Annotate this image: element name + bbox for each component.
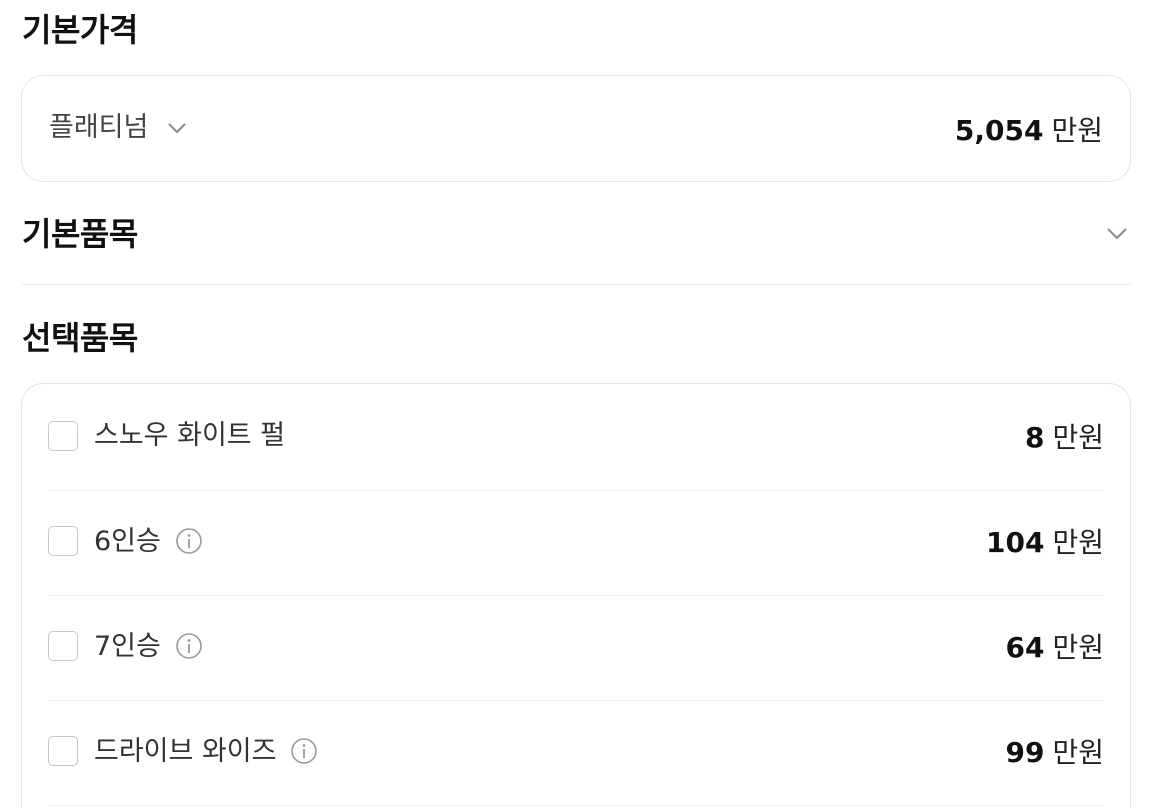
option-price-unit: 만원 [1052,631,1104,664]
option-checkbox[interactable] [48,736,78,766]
option-price-unit: 만원 [1052,736,1104,769]
price-configurator: 기본가격 플래티넘 5,054 만원 기본품목 선택품목 스노우 화이트 펄 8… [0,0,1159,808]
option-name: 스노우 화이트 펄 [94,420,286,451]
options-title: 선택품목 [22,319,138,357]
option-price-value: 64 [1005,631,1045,664]
option-checkbox[interactable] [48,631,78,661]
option-name: 드라이브 와이즈 [94,735,277,767]
option-row: 7인승 64 만원 [48,595,1104,701]
option-label: 6인승 [94,527,203,555]
chevron-down-icon [1107,228,1127,240]
option-label: 드라이브 와이즈 [94,737,318,765]
trim-name: 플래티넘 [49,112,149,143]
base-price-title: 기본가격 [22,11,138,49]
trim-row: 플래티넘 5,054 만원 [22,76,1130,182]
option-row: 스노우 화이트 펄 8 만원 [48,385,1104,491]
trim-price: 5,054 만원 [955,117,1103,145]
option-price: 8 만원 [1025,424,1104,452]
option-row: 6인승 104 만원 [48,490,1104,596]
options-card: 스노우 화이트 펄 8 만원 6인승 104 만원 7인승 64 만원 드라이브… [21,383,1131,808]
trim-price-unit: 만원 [1051,114,1103,147]
option-name: 7인승 [94,630,161,662]
option-price: 104 만원 [986,529,1104,557]
option-row: 드라이브 와이즈 99 만원 [48,700,1104,806]
option-checkbox[interactable] [48,421,78,451]
trim-dropdown[interactable]: 플래티넘 [49,114,188,141]
option-price-value: 104 [986,526,1045,559]
option-checkbox[interactable] [48,526,78,556]
option-label: 스노우 화이트 펄 [94,422,285,449]
info-icon[interactable] [175,527,203,555]
option-price-value: 99 [1005,736,1045,769]
option-label: 7인승 [94,632,203,660]
option-name: 6인승 [94,525,161,557]
trim-price-value: 5,054 [954,114,1044,147]
option-price-unit: 만원 [1052,421,1104,454]
option-price-value: 8 [1024,421,1045,454]
option-price: 64 만원 [1006,634,1105,662]
basic-items-toggle[interactable]: 기본품목 [22,210,1132,285]
info-icon[interactable] [290,737,318,765]
chevron-down-icon [168,122,187,133]
option-price: 99 만원 [1006,739,1105,767]
basic-items-title: 기본품목 [22,215,138,253]
info-icon[interactable] [175,632,203,660]
base-price-card: 플래티넘 5,054 만원 [21,75,1131,182]
option-price-unit: 만원 [1052,526,1104,559]
